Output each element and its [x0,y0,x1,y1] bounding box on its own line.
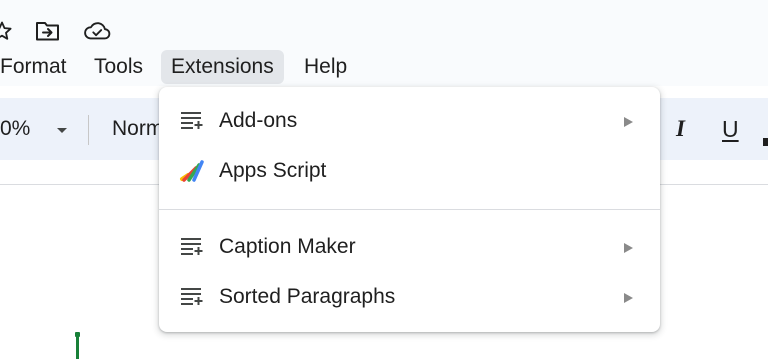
menu-item-add-ons[interactable]: Add-ons [159,96,660,146]
move-to-folder-icon[interactable] [34,18,62,44]
submenu-arrow-icon [622,115,634,127]
extensions-menu: Add-ons Apps Script Caption Maker Sorted… [159,87,660,332]
menu-item-label: Add-ons [219,109,298,132]
italic-button[interactable]: I [676,114,685,144]
menu-bar: Format Tools Extensions Help [0,48,768,86]
submenu-arrow-icon [622,241,634,253]
cloud-saved-icon[interactable] [83,18,111,44]
menu-tools[interactable]: Tools [84,50,153,84]
menu-help[interactable]: Help [294,50,357,84]
apps-script-icon [179,159,205,183]
star-icon[interactable] [0,18,16,44]
add-on-app-icon [179,235,205,259]
menu-item-label: Apps Script [219,159,327,182]
zoom-select[interactable]: 0% [0,115,30,143]
menu-item-sorted-paragraphs[interactable]: Sorted Paragraphs [159,272,660,322]
text-cursor [75,332,80,359]
underline-button[interactable]: U [722,114,739,144]
menu-item-apps-script[interactable]: Apps Script [159,146,660,196]
chevron-down-icon[interactable] [52,120,72,140]
menu-item-caption-maker[interactable]: Caption Maker [159,222,660,272]
submenu-arrow-icon [622,291,634,303]
quick-actions-row [0,0,768,48]
add-on-app-icon [179,285,205,309]
menu-item-label: Sorted Paragraphs [219,285,396,308]
add-ons-icon [179,109,205,133]
menu-format[interactable]: Format [0,50,77,84]
menu-extensions[interactable]: Extensions [161,50,284,84]
menu-item-label: Caption Maker [219,235,356,258]
paragraph-style-select[interactable]: Norm [112,115,163,143]
text-color-button[interactable] [763,138,768,146]
toolbar-divider [88,115,89,145]
menu-divider [159,209,660,210]
